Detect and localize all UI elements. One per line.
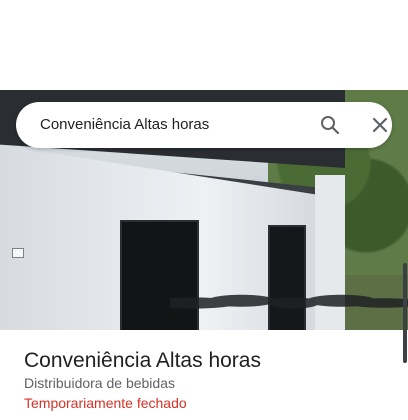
outdoor-tables-chairs — [170, 285, 408, 330]
place-info-panel[interactable]: Conveniência Altas horas Distribuidora d… — [0, 330, 408, 420]
top-empty-area — [0, 0, 408, 90]
search-icon[interactable] — [320, 115, 340, 135]
place-category: Distribuidora de bebidas — [24, 375, 175, 391]
place-status: Temporariamente fechado — [24, 395, 187, 411]
scrollbar[interactable] — [403, 263, 407, 363]
wall-switch — [12, 248, 24, 258]
search-input[interactable]: Conveniência Altas horas — [40, 116, 209, 133]
search-bar[interactable]: Conveniência Altas horas — [16, 102, 392, 148]
place-title: Conveniência Altas horas — [24, 349, 261, 372]
close-icon[interactable] — [371, 116, 389, 134]
